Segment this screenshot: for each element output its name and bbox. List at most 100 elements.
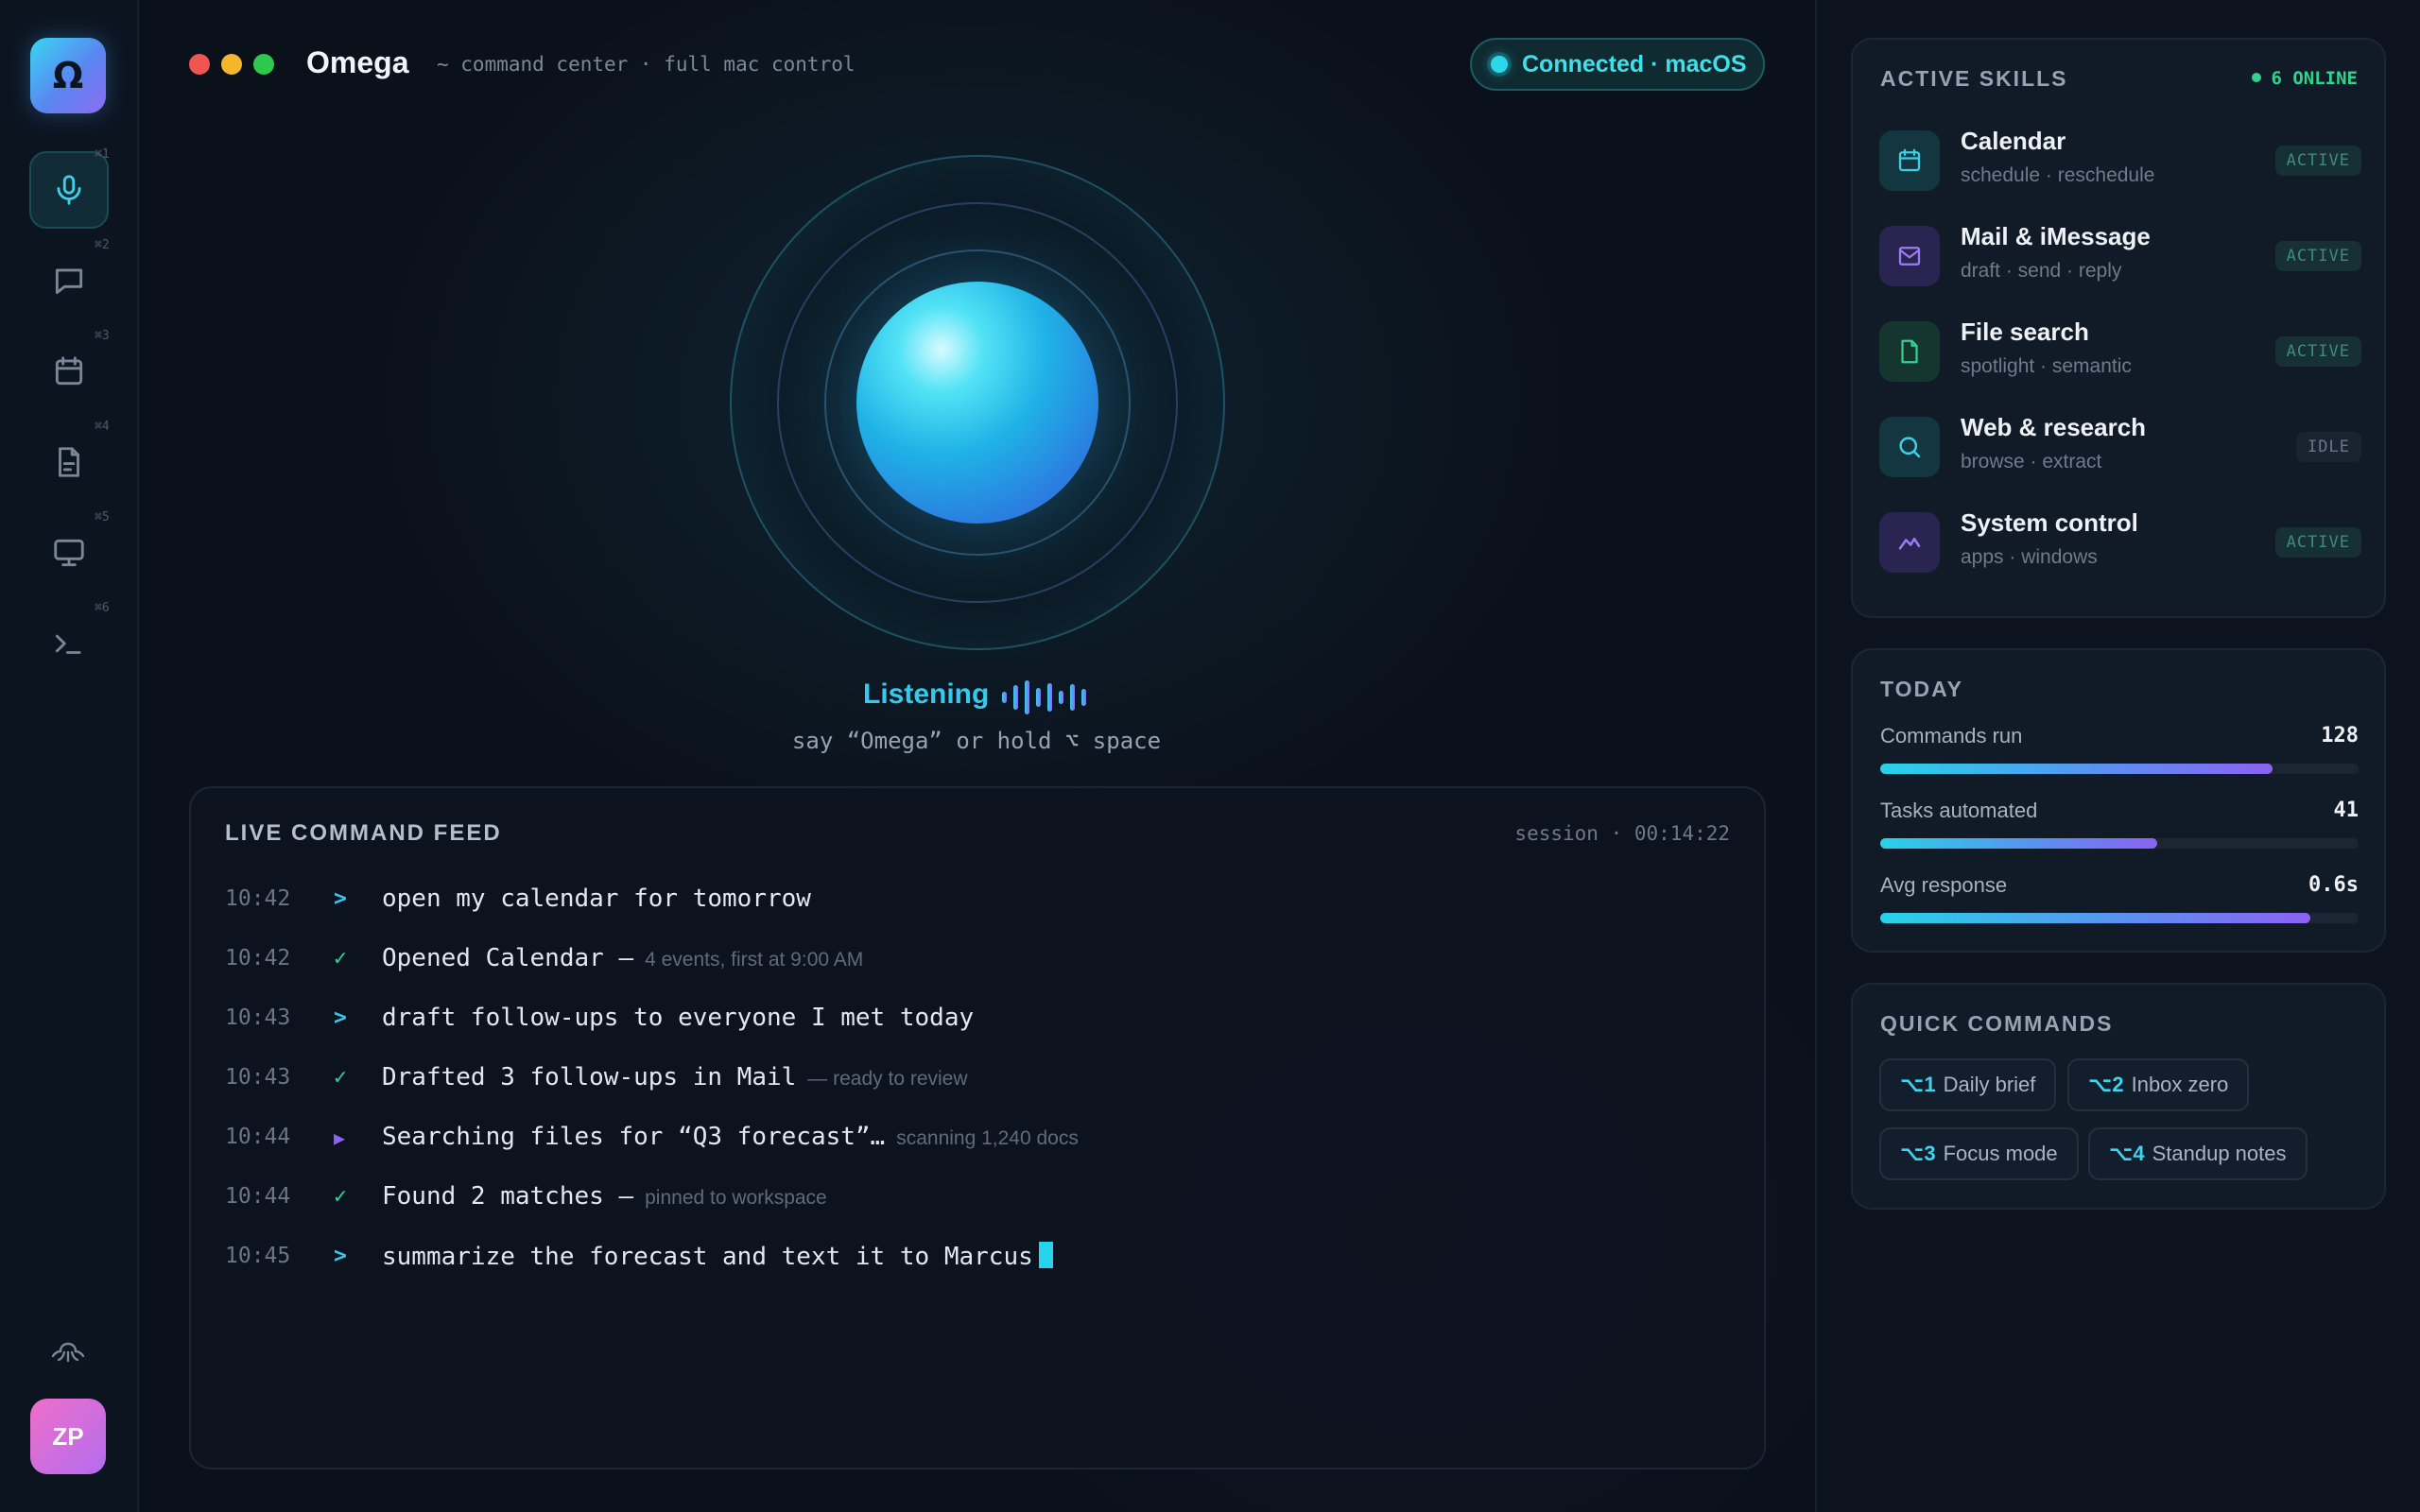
- feed-text: Searching files for “Q3 forecast”… scanni…: [382, 1123, 1079, 1151]
- feed-row[interactable]: 10:42 ✓ Opened Calendar —4 events, first…: [225, 942, 1737, 980]
- stat-label: Commands run: [1880, 724, 2023, 747]
- quick-command-focus-mode[interactable]: ⌥3 Focus mode: [1879, 1127, 2079, 1180]
- chip-label: Daily brief: [1943, 1073, 2036, 1096]
- shortcut-hint: ⌘2: [95, 238, 110, 252]
- skill-description: browse · extract: [1961, 451, 2102, 472]
- feed-note: — ready to review: [807, 1068, 968, 1090]
- waveform-icon: [1002, 680, 1086, 714]
- stat-label: Tasks automated: [1880, 799, 2038, 822]
- chip-shortcut: ⌥1: [1900, 1073, 1936, 1096]
- skill-description: schedule · reschedule: [1961, 164, 2155, 186]
- feed-text: Drafted 3 follow-ups in Mail — ready to r…: [382, 1063, 968, 1091]
- chat-icon: [55, 268, 83, 295]
- sidebar-item-terminal[interactable]: [29, 605, 109, 682]
- skill-system-control[interactable]: System control apps · windows ACTIVE: [1879, 508, 2361, 575]
- feed-row[interactable]: 10:43 > draft follow-ups to everyone I m…: [225, 1002, 1737, 1040]
- microphone-icon: [57, 175, 81, 205]
- skill-description: draft · send · reply: [1961, 260, 2122, 282]
- feed-text: draft follow-ups to everyone I met today: [382, 1004, 975, 1032]
- card-title: ACTIVE SKILLS: [1880, 66, 2068, 91]
- omega-logo[interactable]: Ω: [30, 38, 106, 113]
- sidebar-item-screen[interactable]: [29, 514, 109, 592]
- skill-description: apps · windows: [1961, 546, 2098, 568]
- quick-command-daily-brief[interactable]: ⌥1 Daily brief: [1879, 1058, 2057, 1111]
- skill-name: System control: [1961, 508, 2138, 537]
- sidebar-item-voice[interactable]: [29, 151, 109, 229]
- prompt-marker: >: [334, 886, 347, 911]
- skill-name: Web & research: [1961, 413, 2147, 441]
- shortcut-hint: ⌘4: [95, 420, 110, 434]
- window-zoom-button[interactable]: [253, 54, 274, 75]
- feed-row[interactable]: 10:44 ▶ Searching files for “Q3 forecast…: [225, 1121, 1737, 1159]
- feed-time: 10:43: [225, 1005, 291, 1030]
- shortcut-hint: ⌘1: [95, 147, 110, 162]
- command-feed-panel: LIVE COMMAND FEED session · 00:14:22 10:…: [189, 786, 1766, 1469]
- skill-icon-bg: [1879, 321, 1940, 382]
- skill-file-search[interactable]: File search spotlight · semantic ACTIVE: [1879, 318, 2361, 384]
- feed-row[interactable]: 10:42 > open my calendar for tomorrow: [225, 883, 1737, 920]
- chip-shortcut: ⌥3: [1900, 1142, 1936, 1165]
- document-icon: [59, 447, 79, 477]
- check-marker: ✓: [334, 946, 347, 971]
- listening-status: Listening: [863, 679, 990, 710]
- feed-row[interactable]: 10:44 ✓ Found 2 matches — pinned to works…: [225, 1180, 1737, 1218]
- progress-track: [1880, 838, 2359, 849]
- running-marker: ▶: [334, 1126, 346, 1149]
- sidebar-item-chat[interactable]: [29, 242, 109, 319]
- session-timer: session · 00:14:22: [1514, 822, 1730, 845]
- user-avatar[interactable]: ZP: [30, 1399, 106, 1474]
- feed-time: 10:43: [225, 1065, 291, 1090]
- skill-name: Calendar: [1961, 127, 2066, 155]
- feed-time: 10:42: [225, 946, 291, 971]
- stat-value: 0.6s: [2308, 873, 2359, 897]
- octopus-icon[interactable]: [49, 1336, 87, 1370]
- app-subtitle: ~ command center · full mac control: [437, 53, 856, 76]
- skill-icon-bg: [1879, 226, 1940, 286]
- skill-icon-bg: [1879, 512, 1940, 573]
- sidebar-item-documents[interactable]: [29, 423, 109, 501]
- skill-calendar[interactable]: Calendar schedule · reschedule ACTIVE: [1879, 127, 2361, 193]
- calendar-icon: [55, 356, 83, 386]
- feed-text: Opened Calendar —4 events, first at 9:00…: [382, 944, 864, 972]
- feed-time: 10:45: [225, 1244, 291, 1268]
- progress-track: [1880, 764, 2359, 774]
- feed-text: open my calendar for tomorrow: [382, 885, 811, 913]
- chip-shortcut: ⌥4: [2109, 1142, 2145, 1165]
- app-window: Ω ⌘1 ⌘2 ⌘3 ⌘4 ⌘5 ⌘6 ZP Omega ~ command c…: [0, 0, 2420, 1512]
- feed-row-current[interactable]: 10:45 > summarize the forecast and text …: [225, 1240, 1737, 1278]
- window-minimize-button[interactable]: [221, 54, 242, 75]
- prompt-marker: >: [334, 1244, 347, 1268]
- sidebar-item-calendar[interactable]: [29, 333, 109, 410]
- window-close-button[interactable]: [189, 54, 210, 75]
- skill-name: File search: [1961, 318, 2089, 346]
- progress-fill: [1880, 838, 2158, 849]
- check-marker: ✓: [334, 1184, 347, 1209]
- progress-fill: [1880, 764, 2273, 774]
- quick-command-standup-notes[interactable]: ⌥4 Standup notes: [2088, 1127, 2308, 1180]
- feed-row[interactable]: 10:43 ✓ Drafted 3 follow-ups in Mail — re…: [225, 1061, 1737, 1099]
- voice-orb[interactable]: [730, 155, 1225, 650]
- calendar-icon: [1898, 148, 1921, 172]
- chip-label: Focus mode: [1943, 1142, 2058, 1165]
- stat-value: 41: [2333, 799, 2360, 822]
- search-icon: [1899, 437, 1921, 458]
- status-dot: [1491, 56, 1508, 73]
- skill-icon-bg: [1879, 417, 1940, 477]
- card-title: TODAY: [1880, 677, 1963, 701]
- skill-mail[interactable]: Mail & iMessage draft · send · reply ACT…: [1879, 222, 2361, 288]
- skill-web-research[interactable]: Web & research browse · extract IDLE: [1879, 413, 2361, 479]
- online-dot: [2252, 73, 2262, 82]
- skill-icon-bg: [1879, 130, 1940, 191]
- status-badge: IDLE: [2296, 432, 2361, 462]
- app-title: Omega: [306, 45, 409, 79]
- progress-track: [1880, 913, 2359, 923]
- quick-command-inbox-zero[interactable]: ⌥2 Inbox zero: [2067, 1058, 2250, 1111]
- connection-status[interactable]: Connected · macOS: [1470, 38, 1765, 91]
- status-badge: ACTIVE: [2274, 241, 2361, 271]
- text-cursor: [1038, 1242, 1053, 1268]
- skill-description: spotlight · semantic: [1961, 355, 2132, 377]
- chip-shortcut: ⌥2: [2088, 1073, 2124, 1096]
- sidebar: Ω ⌘1 ⌘2 ⌘3 ⌘4 ⌘5 ⌘6 ZP: [0, 0, 139, 1512]
- feed-time: 10:44: [225, 1125, 291, 1149]
- feed-note: scanning 1,240 docs: [896, 1127, 1079, 1149]
